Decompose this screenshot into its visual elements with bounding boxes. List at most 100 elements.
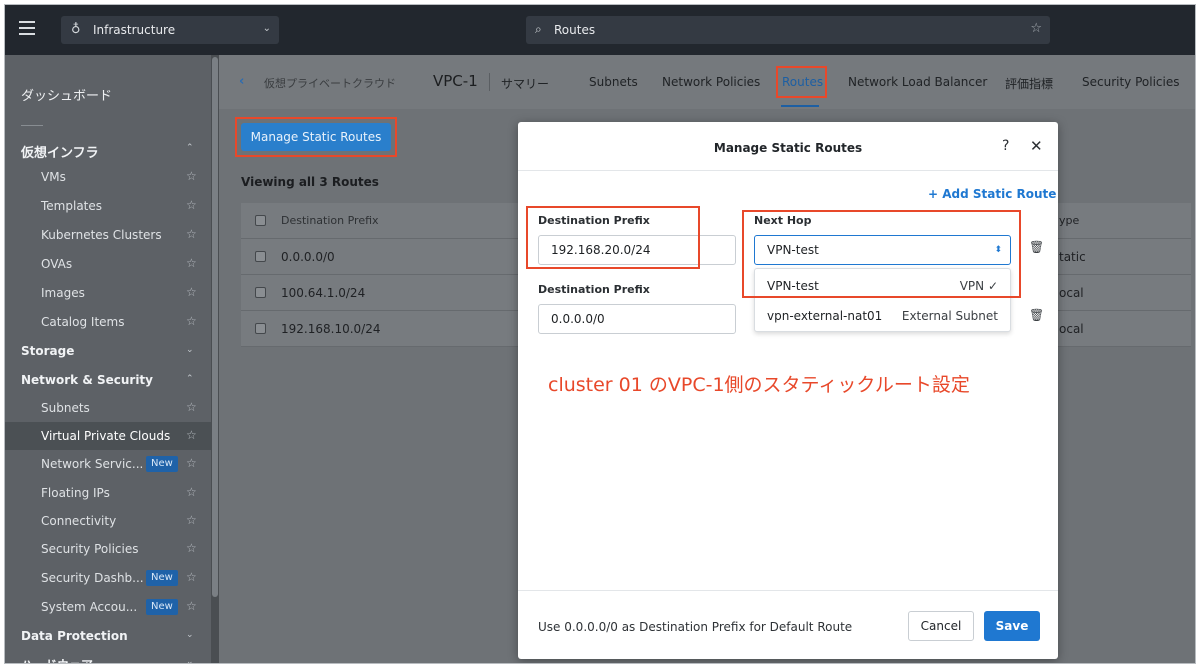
sidebar-item-kubernetes-clusters[interactable]: Kubernetes Clusters ☆ [5,221,211,249]
chevron-down-icon: ⌄ [186,345,194,355]
select-all-checkbox[interactable] [255,215,266,226]
active-tab-indicator [781,105,819,107]
sidebar-item-connectivity[interactable]: Connectivity ☆ [5,507,211,535]
sidebar: ダッシュボード 仮想インフラ ⌃ VMs ☆ Templates ☆ Kuber… [5,55,211,664]
manage-button-highlight [235,117,397,157]
star-icon[interactable]: ☆ [186,485,197,499]
sidebar-group-data-protection[interactable]: Data Protection ⌄ [5,622,211,650]
infrastructure-icon: ♁ [71,22,81,37]
sidebar-item-network-services[interactable]: Network Servic... New ☆ [5,450,211,478]
column-header-type[interactable]: ype [1059,214,1079,227]
chevron-down-icon: ⌄ [186,657,194,664]
sidebar-group-hardware[interactable]: ハードウェア ⌄ [5,649,211,664]
divider [518,170,1058,171]
back-chevron-icon[interactable]: ‹ [239,74,244,89]
search-input[interactable]: Routes [554,23,595,37]
tab-security-policies[interactable]: Security Policies [1082,75,1179,89]
star-icon[interactable]: ☆ [1030,21,1042,36]
sidebar-item-security-policies[interactable]: Security Policies ☆ [5,535,211,563]
help-icon[interactable]: ? [1002,138,1009,154]
star-icon[interactable]: ☆ [186,428,197,442]
sidebar-item-vms[interactable]: VMs ☆ [5,163,211,191]
star-icon[interactable]: ☆ [186,285,197,299]
manage-static-routes-modal: Manage Static Routes ? ✕ + Add Static Ro… [518,122,1058,659]
sidebar-item-label: Virtual Private Clouds [41,429,171,443]
close-icon[interactable]: ✕ [1030,137,1043,155]
vpc-subnav: ‹ 仮想プライベートクラウド VPC-1 サマリー Subnets Networ… [219,55,1195,109]
save-button[interactable]: Save [984,611,1040,641]
sidebar-item-label: Security Dashb... [41,571,144,585]
sidebar-item-label: VMs [41,170,66,184]
destination-prefix-label: Destination Prefix [538,283,650,296]
sidebar-item-catalog-items[interactable]: Catalog Items ☆ [5,308,211,336]
sidebar-item-label: Subnets [41,401,90,415]
star-icon[interactable]: ☆ [186,400,197,414]
star-icon[interactable]: ☆ [186,314,197,328]
sidebar-scrollbar-thumb[interactable] [212,57,218,597]
tab-subnets[interactable]: Subnets [589,75,638,89]
column-header-destination-prefix[interactable]: Destination Prefix [281,214,379,227]
sidebar-group-virtual-infra[interactable]: 仮想インフラ ⌃ [5,135,211,163]
app-switcher[interactable]: ♁ Infrastructure ⌄ [61,16,279,44]
sidebar-item-security-dashboard[interactable]: Security Dashb... New ☆ [5,564,211,592]
row-checkbox[interactable] [255,287,266,298]
star-icon[interactable]: ☆ [186,599,197,613]
sidebar-item-label: OVAs [41,257,73,271]
global-search[interactable]: ⌕ Routes ☆ [526,16,1050,44]
search-icon: ⌕ [535,22,542,36]
sidebar-group-storage[interactable]: Storage ⌄ [5,337,211,365]
top-bar: ♁ Infrastructure ⌄ ⌕ Routes ☆ [5,5,1195,55]
star-icon[interactable]: ☆ [186,456,197,470]
option-kind: External Subnet [901,309,998,323]
chevron-down-icon: ⌄ [186,630,194,640]
sidebar-divider [21,125,43,126]
tab-network-load-balancer[interactable]: Network Load Balancer [848,75,987,89]
sidebar-item-subnets[interactable]: Subnets ☆ [5,394,211,422]
sidebar-item-label: Templates [41,199,103,213]
star-icon[interactable]: ☆ [186,256,197,270]
route-type: tatic [1059,250,1086,264]
row-checkbox[interactable] [255,251,266,262]
star-icon[interactable]: ☆ [186,169,197,183]
sidebar-item-images[interactable]: Images ☆ [5,279,211,307]
hamburger-icon[interactable] [19,21,35,35]
star-icon[interactable]: ☆ [186,541,197,555]
route-prefix: 0.0.0.0/0 [281,250,335,264]
star-icon[interactable]: ☆ [186,570,197,584]
default-route-hint: Use 0.0.0.0/0 as Destination Prefix for … [538,620,853,634]
sidebar-item-label: System Accou... [41,600,138,614]
new-badge: New [146,456,178,472]
sidebar-group-label: Network & Security [21,373,153,387]
breadcrumb[interactable]: 仮想プライベートクラウド [264,75,396,91]
star-icon[interactable]: ☆ [186,513,197,527]
destination-prefix-input[interactable]: 0.0.0.0/0 [538,304,736,334]
annotation-text: cluster 01 のVPC-1側のスタティックルート設定 [548,374,970,396]
sidebar-item-templates[interactable]: Templates ☆ [5,192,211,220]
sidebar-item-dashboard[interactable]: ダッシュボード [21,85,112,104]
chevron-down-icon: ⌄ [262,23,271,34]
sidebar-item-ovas[interactable]: OVAs ☆ [5,250,211,278]
sidebar-item-system-accounts[interactable]: System Accou... New ☆ [5,593,211,621]
delete-route-icon[interactable]: 🗑 [1029,240,1044,254]
app-name: Infrastructure [93,23,176,37]
tab-summary[interactable]: サマリー [501,75,549,92]
sidebar-item-label: Images [41,286,85,300]
add-static-route-button[interactable]: + Add Static Route [928,187,1056,201]
star-icon[interactable]: ☆ [186,198,197,212]
tab-network-policies[interactable]: Network Policies [662,75,760,89]
star-icon[interactable]: ☆ [186,227,197,241]
tab-metrics[interactable]: 評価指標 [1005,75,1053,92]
dropdown-option-vpn-external-nat01[interactable]: vpn-external-nat01 External Subnet [755,301,1012,331]
sidebar-item-label: Network Servic... [41,457,144,471]
sidebar-item-virtual-private-clouds[interactable]: Virtual Private Clouds ☆ [5,422,211,450]
sidebar-item-floating-ips[interactable]: Floating IPs ☆ [5,479,211,507]
row-checkbox[interactable] [255,323,266,334]
sidebar-group-network-security[interactable]: Network & Security ⌃ [5,366,211,394]
cancel-button[interactable]: Cancel [908,611,974,641]
page-title: VPC-1 [433,72,478,90]
delete-route-icon[interactable]: 🗑 [1029,308,1044,322]
sidebar-item-label: Connectivity [41,514,117,528]
chevron-up-icon: ⌃ [186,143,194,153]
option-name: vpn-external-nat01 [767,309,883,323]
route-type: ocal [1059,322,1084,336]
